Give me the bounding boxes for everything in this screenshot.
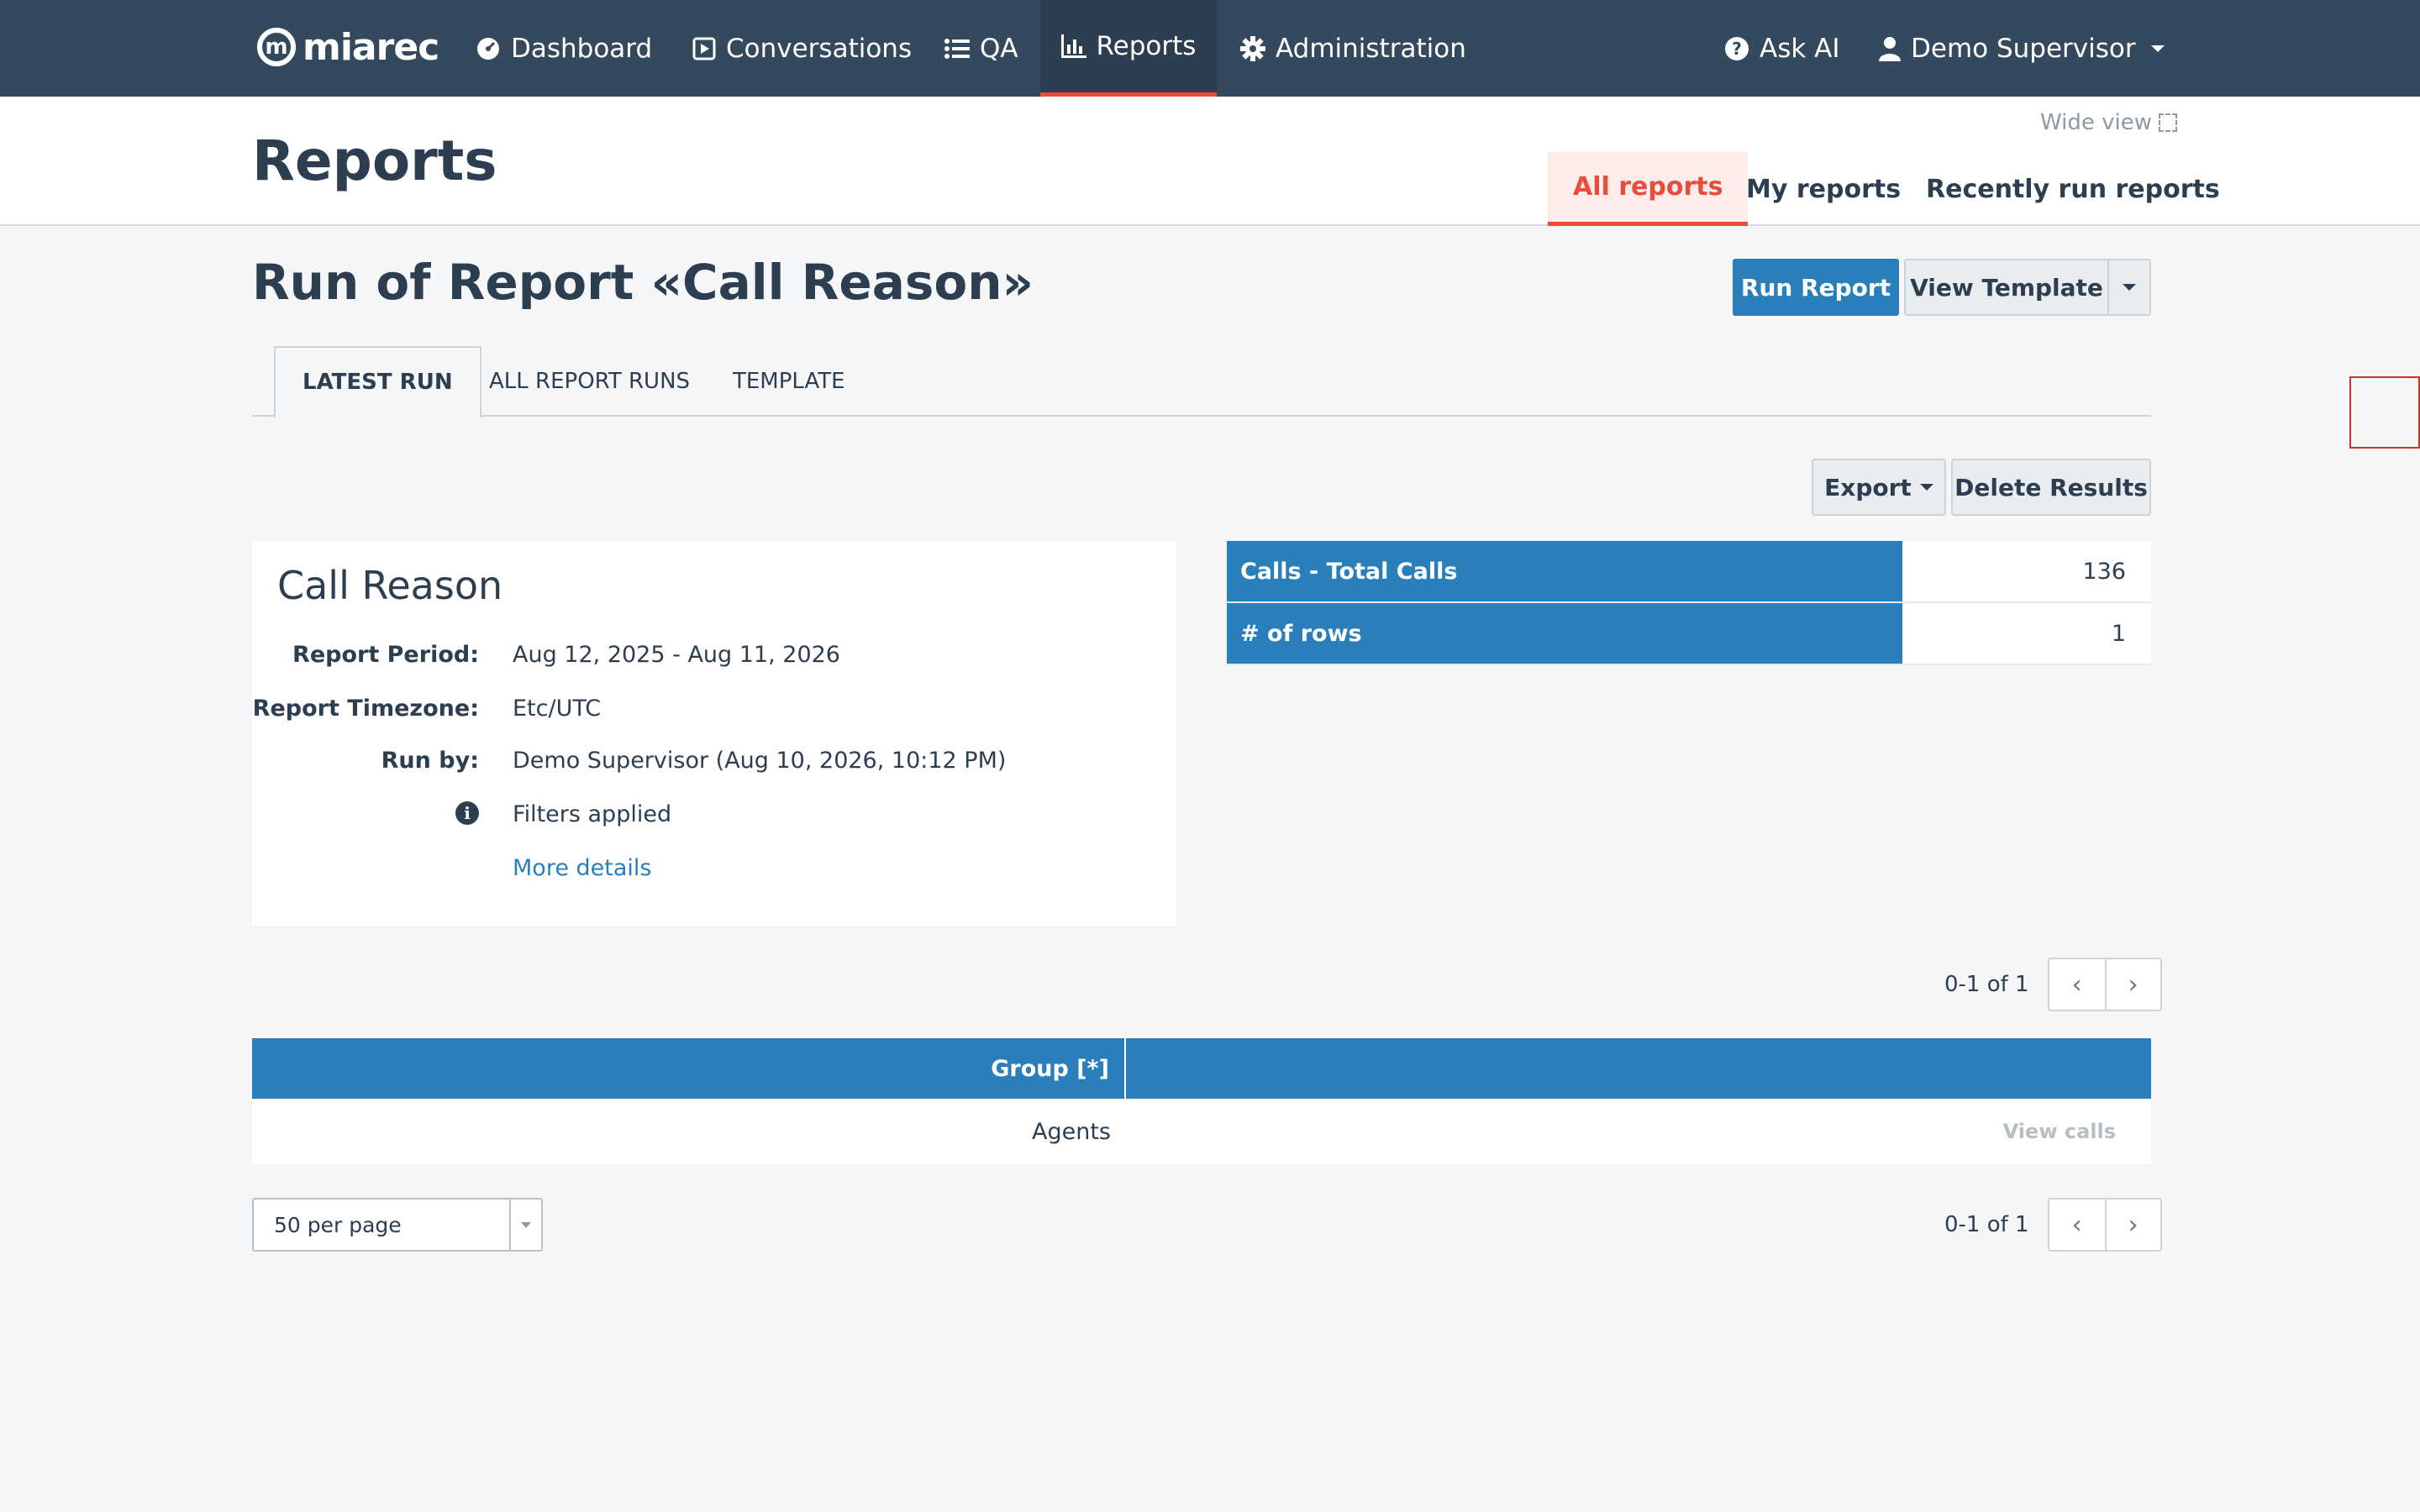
report-timezone-label: Report Timezone: bbox=[252, 696, 479, 722]
bar-chart-icon bbox=[1060, 34, 1086, 58]
nav-administration-label: Administration bbox=[1276, 33, 1466, 64]
tab-template[interactable]: TEMPLATE bbox=[733, 346, 845, 417]
per-page-select[interactable]: 50 per page bbox=[252, 1198, 543, 1252]
export-button[interactable]: Export bbox=[1812, 459, 1946, 516]
pagination-text: 0-1 of 1 bbox=[1944, 1212, 2029, 1237]
page-header: Reports Wide view All reports My reports… bbox=[0, 97, 2420, 226]
next-page-button[interactable]: › bbox=[2104, 959, 2160, 1010]
results-table-header: Group [*] bbox=[252, 1038, 2151, 1099]
run-by-label: Run by: bbox=[381, 748, 479, 774]
top-navbar: m miarec Dashboard Conversations QA Repo… bbox=[0, 0, 2420, 97]
summary-label: # of rows bbox=[1227, 603, 1902, 664]
report-period-value: Aug 12, 2025 - Aug 11, 2026 bbox=[513, 642, 840, 668]
column-header-actions bbox=[1126, 1038, 2151, 1099]
nav-conversations-label: Conversations bbox=[726, 33, 913, 64]
nav-dashboard-label: Dashboard bbox=[511, 33, 653, 64]
svg-text:?: ? bbox=[1732, 39, 1742, 59]
nav-reports-label: Reports bbox=[1096, 31, 1197, 61]
highlight-box bbox=[2349, 376, 2420, 449]
next-page-button[interactable]: › bbox=[2104, 1200, 2160, 1250]
caret-down-icon bbox=[2123, 284, 2136, 291]
pagination-top: 0-1 of 1 ‹ › bbox=[1944, 958, 2162, 1011]
nav-conversations[interactable]: Conversations bbox=[692, 0, 912, 97]
gear-icon bbox=[1240, 35, 1265, 61]
nav-qa-label: QA bbox=[980, 33, 1018, 64]
nav-ask-ai[interactable]: ? Ask AI bbox=[1724, 0, 1840, 97]
report-timezone-value: Etc/UTC bbox=[513, 696, 602, 722]
brand-name: miarec bbox=[302, 25, 439, 69]
view-template-dropdown[interactable] bbox=[2107, 259, 2151, 316]
tab-all-report-runs[interactable]: ALL REPORT RUNS bbox=[489, 346, 690, 417]
chevron-right-icon: › bbox=[2128, 969, 2139, 1000]
user-name: Demo Supervisor bbox=[1911, 33, 2136, 64]
card-title: Call Reason bbox=[277, 563, 503, 608]
pagination-bottom: 0-1 of 1 ‹ › bbox=[1944, 1198, 2162, 1252]
view-calls-link[interactable]: View calls bbox=[1126, 1099, 2151, 1164]
tab-recently-run-reports[interactable]: Recently run reports bbox=[1901, 152, 2245, 226]
chevron-right-icon: › bbox=[2128, 1210, 2139, 1240]
dashboard-icon bbox=[476, 36, 501, 61]
report-period-label: Report Period: bbox=[292, 642, 479, 668]
summary-row: Calls - Total Calls 136 bbox=[1227, 541, 2151, 603]
results-table: Group [*] Agents View calls bbox=[252, 1038, 2151, 1164]
user-icon bbox=[1879, 36, 1901, 61]
more-details-link[interactable]: More details bbox=[513, 855, 651, 881]
report-run-title: Run of Report «Call Reason» bbox=[252, 254, 1034, 311]
ask-ai-label: Ask AI bbox=[1760, 33, 1840, 64]
summary-label: Calls - Total Calls bbox=[1227, 541, 1902, 601]
filters-applied-text: Filters applied bbox=[513, 801, 672, 827]
export-label: Export bbox=[1824, 473, 1912, 501]
table-row: Agents View calls bbox=[252, 1099, 2151, 1164]
group-cell: Agents bbox=[1032, 1118, 1111, 1145]
chevron-left-icon: ‹ bbox=[2071, 1210, 2082, 1240]
nav-qa[interactable]: QA bbox=[944, 0, 1018, 97]
summary-table: Calls - Total Calls 136 # of rows 1 bbox=[1227, 541, 2151, 665]
prev-page-button[interactable]: ‹ bbox=[2049, 1200, 2105, 1250]
per-page-value: 50 per page bbox=[274, 1212, 402, 1237]
caret-down-icon bbox=[2150, 45, 2165, 52]
info-icon: i bbox=[455, 801, 479, 825]
nav-dashboard[interactable]: Dashboard bbox=[476, 0, 652, 97]
report-subtabs: LATEST RUN ALL REPORT RUNS TEMPLATE bbox=[252, 346, 2151, 418]
tab-all-reports[interactable]: All reports bbox=[1548, 152, 1749, 226]
miarec-logo-icon: m bbox=[257, 28, 296, 66]
list-icon bbox=[944, 38, 970, 60]
report-info-card: Call Reason Report Period: Aug 12, 2025 … bbox=[252, 541, 1176, 926]
prev-page-button[interactable]: ‹ bbox=[2049, 959, 2105, 1010]
column-header-group[interactable]: Group [*] bbox=[252, 1038, 1126, 1099]
run-by-value: Demo Supervisor (Aug 10, 2026, 10:12 PM) bbox=[513, 748, 1007, 774]
nav-administration[interactable]: Administration bbox=[1240, 0, 1466, 97]
page-title: Reports bbox=[252, 129, 497, 193]
summary-value: 136 bbox=[1902, 541, 2151, 601]
play-square-icon bbox=[692, 37, 716, 60]
expand-icon bbox=[2159, 113, 2177, 132]
delete-results-button[interactable]: Delete Results bbox=[1951, 459, 2151, 516]
caret-down-icon bbox=[1919, 484, 1933, 491]
user-menu[interactable]: Demo Supervisor bbox=[1879, 0, 2165, 97]
summary-value: 1 bbox=[1902, 603, 2151, 664]
select-arrow-icon bbox=[509, 1200, 541, 1250]
view-template-button[interactable]: View Template bbox=[1904, 259, 2107, 316]
summary-row: # of rows 1 bbox=[1227, 603, 2151, 665]
brand-logo[interactable]: m miarec bbox=[257, 24, 439, 71]
tab-latest-run[interactable]: LATEST RUN bbox=[274, 346, 481, 418]
question-circle-icon: ? bbox=[1724, 36, 1749, 61]
nav-reports[interactable]: Reports bbox=[1040, 0, 1217, 97]
wide-view-toggle[interactable]: Wide view bbox=[2040, 110, 2177, 135]
tab-my-reports[interactable]: My reports bbox=[1721, 152, 1926, 226]
chevron-left-icon: ‹ bbox=[2071, 969, 2082, 1000]
pagination-buttons: ‹ › bbox=[2047, 958, 2162, 1011]
pagination-buttons: ‹ › bbox=[2047, 1198, 2162, 1252]
pagination-text: 0-1 of 1 bbox=[1944, 972, 2029, 997]
run-report-button[interactable]: Run Report bbox=[1733, 259, 1899, 316]
wide-view-label: Wide view bbox=[2040, 110, 2152, 135]
